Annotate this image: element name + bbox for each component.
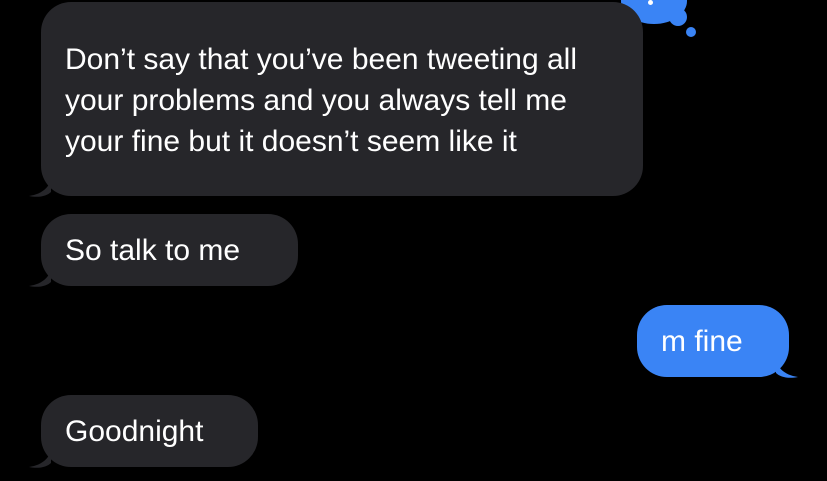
bubble-tail-icon xyxy=(29,176,51,197)
incoming-message-bubble[interactable]: So talk to me xyxy=(41,214,298,286)
bubble-tail-icon xyxy=(29,266,51,287)
ellipsis-icon xyxy=(648,0,654,14)
incoming-message-bubble[interactable]: Don’t say that you’ve been tweeting all … xyxy=(41,2,643,196)
incoming-message-bubble[interactable]: Goodnight xyxy=(41,395,258,467)
outgoing-message-bubble[interactable]: m fine xyxy=(637,305,789,377)
bubble-tail-icon xyxy=(776,357,798,378)
message-text: m fine xyxy=(661,324,743,358)
typing-bubble-medium xyxy=(669,8,687,26)
message-text: So talk to me xyxy=(65,233,241,267)
typing-bubble-small xyxy=(686,27,696,37)
bubble-tail-icon xyxy=(29,447,51,468)
message-text: Don’t say that you’ve been tweeting all … xyxy=(65,42,577,158)
message-text: Goodnight xyxy=(65,414,204,448)
message-thread: Don’t say that you’ve been tweeting all … xyxy=(0,0,827,481)
